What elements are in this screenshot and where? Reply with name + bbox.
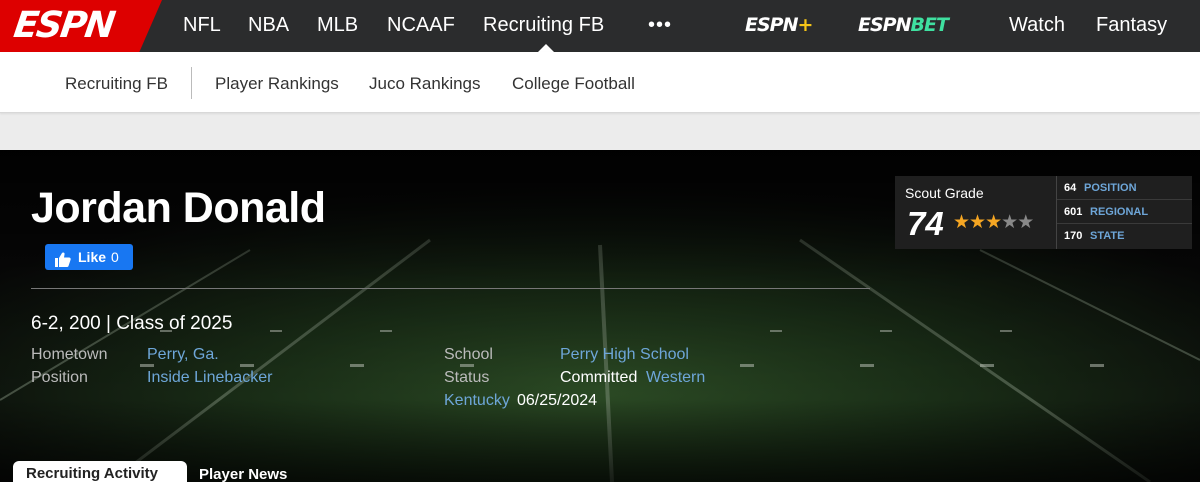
espn-plus-text: ESPN (745, 14, 798, 36)
player-bio: 6-2, 200 | Class of 2025 (31, 313, 233, 334)
nav-item-fantasy[interactable]: Fantasy (1096, 12, 1167, 38)
star-empty-icon: ★ (1017, 212, 1034, 233)
position-link[interactable]: Inside Linebacker (147, 368, 272, 388)
rank-row-state[interactable]: 170 STATE (1057, 224, 1192, 248)
nav-item-watch[interactable]: Watch (1009, 12, 1065, 38)
star-empty-icon: ★ (1001, 212, 1018, 233)
hero-divider (31, 288, 870, 289)
school-link[interactable]: Perry High School (560, 345, 689, 365)
nav-item-nba[interactable]: NBA (248, 12, 289, 38)
rank-label: POSITION (1084, 182, 1137, 194)
scout-grade-number: 74 (907, 205, 944, 242)
espn-bet-suffix: BET (910, 14, 949, 36)
rank-number: 601 (1064, 206, 1083, 218)
nav-item-nfl[interactable]: NFL (183, 12, 221, 38)
star-filled-icon: ★ (969, 212, 986, 233)
tab-recruiting-activity[interactable]: Recruiting Activity (13, 461, 187, 482)
active-nav-indicator (538, 44, 554, 52)
star-filled-icon: ★ (985, 212, 1002, 233)
star-rating: ★★★★★ (953, 212, 1034, 234)
star-filled-icon: ★ (953, 212, 970, 233)
facebook-like-button[interactable]: Like 0 (45, 244, 133, 270)
hometown-label: Hometown (31, 346, 108, 363)
hometown-link[interactable]: Perry, Ga. (147, 345, 219, 365)
subnav-recruiting-fb[interactable]: Recruiting FB (65, 73, 168, 95)
more-dots-icon[interactable]: ••• (648, 12, 672, 38)
espn-bet-logo[interactable]: ESPNBET (858, 13, 949, 37)
rank-number: 64 (1064, 182, 1077, 194)
subnav-college-football[interactable]: College Football (512, 73, 635, 95)
commit-date: 06/25/2024 (517, 392, 598, 409)
scout-grade-panel: Scout Grade 74 ★★★★★ 64 POSITION 601 REG… (895, 176, 1192, 249)
status-value: Committed (560, 369, 638, 386)
rank-label: REGIONAL (1090, 206, 1149, 218)
rank-label: STATE (1090, 230, 1125, 242)
school-label: School (444, 346, 493, 363)
nav-item-mlb[interactable]: MLB (317, 12, 358, 38)
sub-navigation: Recruiting FB Player Rankings Juco Ranki… (0, 52, 1200, 113)
thumbs-up-icon (55, 249, 71, 275)
nav-item-ncaaf[interactable]: NCAAF (387, 12, 455, 38)
tab-player-news[interactable]: Player News (199, 462, 287, 482)
espn-logo-text: ESPN (11, 5, 116, 46)
scout-grade-summary: Scout Grade 74 ★★★★★ (895, 176, 1056, 249)
like-label: Like (78, 249, 107, 265)
espn-bet-text: ESPN (858, 14, 911, 36)
committed-school-link-cont[interactable]: Kentucky (444, 391, 510, 411)
espn-plus-logo[interactable]: ESPN+ (745, 13, 814, 37)
espn-logo[interactable]: ESPN (0, 0, 162, 52)
like-count: 0 (111, 249, 119, 265)
scout-grade-title: Scout Grade (905, 185, 984, 201)
nav-item-recruiting-fb[interactable]: Recruiting FB (483, 12, 604, 38)
committed-school-link[interactable]: Western (646, 368, 705, 388)
status-label: Status (444, 369, 490, 386)
rank-number: 170 (1064, 230, 1083, 242)
rank-row-position[interactable]: 64 POSITION (1057, 176, 1192, 200)
subnav-juco-rankings[interactable]: Juco Rankings (369, 73, 481, 95)
player-hero: Jordan Donald Like 0 6-2, 200 | Class of… (0, 150, 1200, 482)
subnav-player-rankings[interactable]: Player Rankings (215, 73, 339, 95)
subnav-divider (191, 67, 192, 99)
rank-row-regional[interactable]: 601 REGIONAL (1057, 200, 1192, 224)
top-navigation: ESPN NFL NBA MLB NCAAF Recruiting FB •••… (0, 0, 1200, 52)
position-label: Position (31, 369, 88, 386)
player-name: Jordan Donald (31, 184, 326, 232)
espn-plus-suffix: + (797, 14, 814, 36)
